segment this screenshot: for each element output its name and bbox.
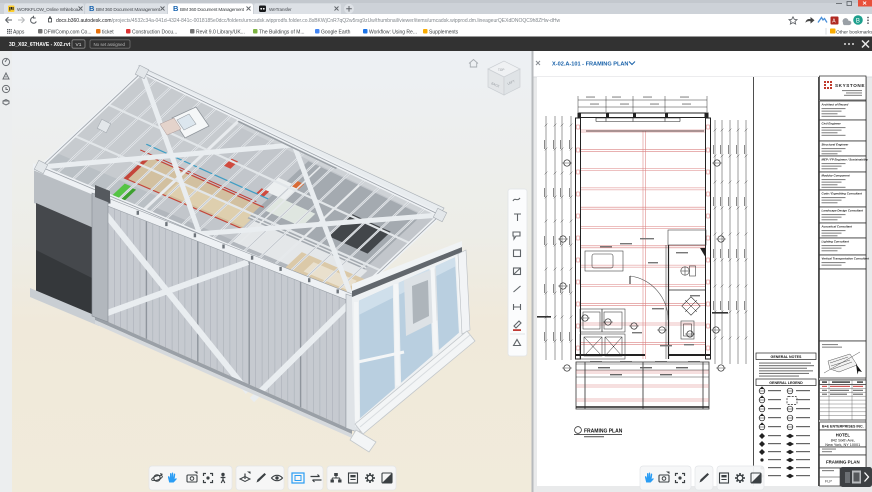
svg-text:FLP: FLP [825, 480, 832, 484]
svg-text:BIM 360 Document Management: BIM 360 Document Management [180, 7, 245, 12]
svg-text:FRAMING PLAN: FRAMING PLAN [584, 429, 623, 435]
svg-text:The Buildings of M...: The Buildings of M... [259, 30, 305, 36]
svg-text:Code / Expediting Consultant: Code / Expediting Consultant [822, 192, 863, 196]
svg-text:TOP: TOP [498, 68, 505, 72]
svg-text:Architect of Record: Architect of Record [821, 103, 849, 107]
svg-text:HOTEL: HOTEL [836, 433, 851, 438]
svg-text:Workflow: Using Re...: Workflow: Using Re... [369, 30, 417, 36]
svg-text:DFWComp.com Co...: DFWComp.com Co... [44, 30, 92, 36]
svg-text:New York, NY 10001: New York, NY 10001 [825, 443, 860, 447]
svg-text:Acoustical Consultant: Acoustical Consultant [821, 225, 854, 229]
svg-text:WeTransfer: WeTransfer [269, 7, 292, 12]
svg-text:Vertical Transportation Consul: Vertical Transportation Consultant [822, 257, 870, 261]
svg-text:WORKFLOW_Online Whiteboa...: WORKFLOW_Online Whiteboa... [17, 7, 81, 12]
svg-text:Civil Engineer: Civil Engineer [822, 122, 842, 126]
svg-text:Landscape Design Consultant: Landscape Design Consultant [822, 209, 864, 213]
svg-text:X-02.A-101 - FRAMING PLAN: X-02.A-101 - FRAMING PLAN [552, 62, 628, 68]
svg-text:Modular Component: Modular Component [822, 174, 851, 178]
svg-text:Other bookmarks: Other bookmarks [836, 29, 872, 35]
svg-text:Lighting Consultant: Lighting Consultant [822, 240, 850, 244]
svg-text:V1: V1 [76, 42, 82, 48]
svg-text:BIM 360 Document Management: BIM 360 Document Management [96, 7, 161, 12]
svg-text:Revit 9.0 Library/UK...: Revit 9.0 Library/UK... [196, 30, 245, 36]
svg-text:3D_X02_6THAVE - X02.rvt: 3D_X02_6THAVE - X02.rvt [9, 42, 71, 48]
svg-text:Structural Engineer: Structural Engineer [822, 143, 850, 147]
svg-text:Apps: Apps [13, 30, 25, 36]
svg-text:Construction Docu...: Construction Docu... [132, 30, 177, 36]
svg-text:FRAMING PLAN: FRAMING PLAN [826, 460, 860, 465]
svg-text:No set assigned: No set assigned [94, 42, 126, 47]
svg-text:SKYSTONE: SKYSTONE [835, 83, 865, 88]
svg-text:B: B [856, 18, 860, 24]
svg-text:ticket: ticket [102, 30, 114, 36]
svg-text:GENERAL NOTES: GENERAL NOTES [771, 355, 802, 359]
svg-text:Supplements: Supplements [429, 30, 459, 36]
svg-text:MEP / FP Engineer / Sustainabi: MEP / FP Engineer / Sustainability [822, 158, 869, 162]
svg-text:B: B [173, 4, 179, 13]
svg-text:GENERAL LEGEND: GENERAL LEGEND [769, 381, 803, 385]
svg-text:docs.b360.autodesk.com/project: docs.b360.autodesk.com/projects/4532c34a… [56, 18, 561, 24]
svg-text:B: B [89, 4, 95, 13]
svg-text:842 Sixth Ave,: 842 Sixth Ave, [831, 439, 855, 443]
svg-text:Google Earth: Google Earth [321, 30, 351, 36]
svg-text:B+E ENTERPRISES INC.: B+E ENTERPRISES INC. [822, 424, 864, 428]
